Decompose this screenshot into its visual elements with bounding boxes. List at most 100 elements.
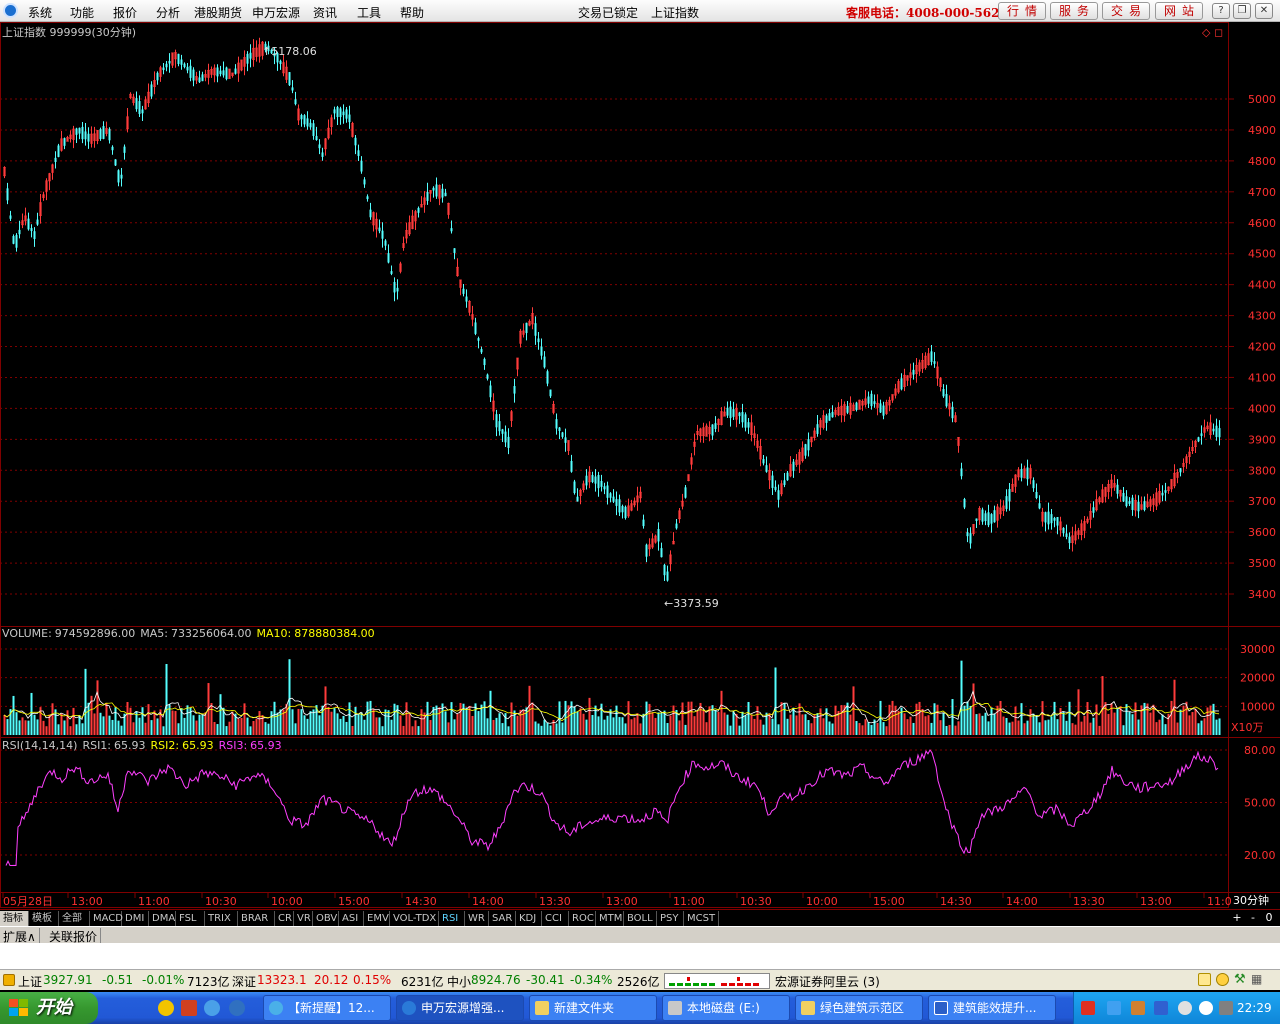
indicator-tab-boll[interactable]: BOLL xyxy=(624,911,657,926)
speaker-icon[interactable] xyxy=(1131,1001,1145,1015)
security-icon[interactable] xyxy=(1199,1001,1213,1015)
menu-help[interactable]: 帮助 xyxy=(400,4,424,21)
task-green-building[interactable]: 绿色建筑示范区 xyxy=(795,995,923,1021)
grid-icon[interactable]: ▦ xyxy=(1251,972,1262,986)
candle-body xyxy=(951,406,954,419)
quicklaunch-icon-3[interactable] xyxy=(204,1000,220,1016)
indicator-tab-obv[interactable]: OBV xyxy=(313,911,339,926)
candle-body xyxy=(729,406,732,419)
task-new-folder[interactable]: 新建文件夹 xyxy=(529,995,657,1021)
sh-amount: 7123亿 xyxy=(187,975,230,989)
chart-diamond-icon[interactable]: ◇ xyxy=(1202,26,1211,39)
network-icon[interactable] xyxy=(1107,1001,1121,1015)
task-new-reminder[interactable]: 【新提醒】12... xyxy=(263,995,391,1021)
indicator-tab-指标[interactable]: 指标 xyxy=(0,911,29,926)
quicklaunch-icon-4[interactable] xyxy=(229,1000,245,1016)
candle-body xyxy=(150,84,153,97)
candle-body xyxy=(963,499,966,508)
clock: 22:29 xyxy=(1237,1001,1272,1015)
sz-change: 20.12 xyxy=(314,973,349,987)
shield-icon[interactable] xyxy=(1154,1001,1168,1015)
indicator-tab-fsl[interactable]: FSL xyxy=(176,911,205,926)
website-button[interactable]: 网站 xyxy=(1155,2,1203,20)
ime-icon[interactable] xyxy=(1219,1001,1233,1015)
task-local-disk[interactable]: 本地磁盘 (E:) xyxy=(662,995,790,1021)
close-window-button[interactable]: ✕ xyxy=(1255,3,1273,19)
menu-hk-futures[interactable]: 港股期货 xyxy=(194,4,242,21)
quicklaunch-icon-1[interactable] xyxy=(158,1000,174,1016)
indicator-tab-wr[interactable]: WR xyxy=(465,911,489,926)
time-tick: 15:00 xyxy=(873,895,905,908)
lock-icon[interactable] xyxy=(1216,973,1229,986)
menu-news[interactable]: 资讯 xyxy=(313,4,337,21)
candle-body xyxy=(381,230,384,239)
restore-window-button[interactable]: ❐ xyxy=(1233,3,1251,19)
service-button[interactable]: 服务 xyxy=(1050,2,1098,20)
candle-body xyxy=(1092,507,1095,513)
indicator-tab-dmi[interactable]: DMI xyxy=(122,911,149,926)
indicator-tab-emv[interactable]: EMV xyxy=(364,911,390,926)
indicator-tab-rsi[interactable]: RSI xyxy=(439,911,465,926)
indicator-tab-kdj[interactable]: KDJ xyxy=(516,911,542,926)
period-label[interactable]: 30分钟 xyxy=(1233,893,1269,907)
indicator-tab-asi[interactable]: ASI xyxy=(339,911,364,926)
indicator-tab-vr[interactable]: VR xyxy=(294,911,313,926)
indicator-tab-cci[interactable]: CCI xyxy=(542,911,569,926)
task-building-efficiency[interactable]: 建筑能效提升... xyxy=(928,995,1056,1021)
menu-system[interactable]: 系统 xyxy=(28,4,52,21)
candle-body xyxy=(606,485,609,498)
menu-quote[interactable]: 报价 xyxy=(113,4,137,21)
candle-body xyxy=(975,518,978,522)
tools-icon[interactable]: ⚒ xyxy=(1234,972,1246,987)
indicator-tab-sar[interactable]: SAR xyxy=(489,911,516,926)
task-label: 【新提醒】12... xyxy=(288,1001,375,1015)
indicator-tab-roc[interactable]: ROC xyxy=(569,911,596,926)
indicator-tab-模板[interactable]: 模板 xyxy=(29,911,59,926)
sogou-icon[interactable] xyxy=(1081,1001,1095,1015)
kline-chart-svg[interactable]: 5000 4900 4800 4700 4600 4500 4400 4300 4200 4100… xyxy=(0,22,1280,909)
windows-taskbar: 开始 【新提醒】12... 申万宏源增强... 新建文件夹 本地磁盘 (E:) … xyxy=(0,992,1280,1024)
menu-function[interactable]: 功能 xyxy=(70,4,94,21)
candle-body xyxy=(309,122,312,128)
windows-flag-icon xyxy=(9,999,28,1016)
time-tick: 13:30 xyxy=(1073,895,1105,908)
tab-control-minus-button[interactable]: - xyxy=(1246,911,1260,926)
chart-window-icon[interactable]: ◻ xyxy=(1214,26,1223,39)
candle-body xyxy=(1032,480,1035,489)
price-tick: 3500 xyxy=(1248,557,1276,570)
indicator-tab-全部[interactable]: 全部 xyxy=(59,911,90,926)
indicator-tab-macd[interactable]: MACD xyxy=(90,911,123,926)
quicklaunch-icon-2[interactable] xyxy=(181,1000,197,1016)
indicator-tab-mtm[interactable]: MTM xyxy=(596,911,624,926)
indicator-tab-dma[interactable]: DMA xyxy=(149,911,176,926)
menu-analysis[interactable]: 分析 xyxy=(156,4,180,21)
indicator-tab-brar[interactable]: BRAR xyxy=(238,911,275,926)
start-button[interactable]: 开始 xyxy=(0,992,98,1024)
candle-body xyxy=(744,414,747,428)
candle-body xyxy=(987,512,990,526)
indicator-tab-vol-tdx[interactable]: VOL-TDX xyxy=(390,911,439,926)
indicator-tab-cr[interactable]: CR xyxy=(275,911,294,926)
candle-body xyxy=(1035,491,1038,499)
expand-tray-icon[interactable] xyxy=(1178,1001,1192,1015)
tab-control-zero-button[interactable]: 0 xyxy=(1262,911,1276,926)
indicator-tab-trix[interactable]: TRIX xyxy=(205,911,238,926)
candle-body xyxy=(108,128,111,141)
time-tick: 13:00 xyxy=(606,895,638,908)
task-swhy[interactable]: 申万宏源增强... xyxy=(396,995,524,1021)
tab-control-plus-button[interactable]: + xyxy=(1230,911,1244,926)
indicator-tab-mcst[interactable]: MCST xyxy=(684,911,719,926)
trade-button[interactable]: 交易 xyxy=(1102,2,1150,20)
quotes-button[interactable]: 行情 xyxy=(998,2,1046,20)
menu-swhy[interactable]: 申万宏源 xyxy=(252,4,300,21)
kline-chart-area[interactable]: 5000 4900 4800 4700 4600 4500 4400 4300 4200 4100… xyxy=(0,22,1280,909)
time-tick: 11:00 xyxy=(138,895,170,908)
candle-body xyxy=(120,174,123,179)
bulletin-icon[interactable] xyxy=(1198,973,1211,986)
candle-body xyxy=(186,66,189,71)
help-window-button[interactable]: ? xyxy=(1212,3,1230,19)
candle-body xyxy=(1200,433,1203,436)
indicator-tab-psy[interactable]: PSY xyxy=(657,911,684,926)
trade-lock-status: 交易已锁定 xyxy=(578,6,639,20)
menu-tools[interactable]: 工具 xyxy=(357,4,381,21)
